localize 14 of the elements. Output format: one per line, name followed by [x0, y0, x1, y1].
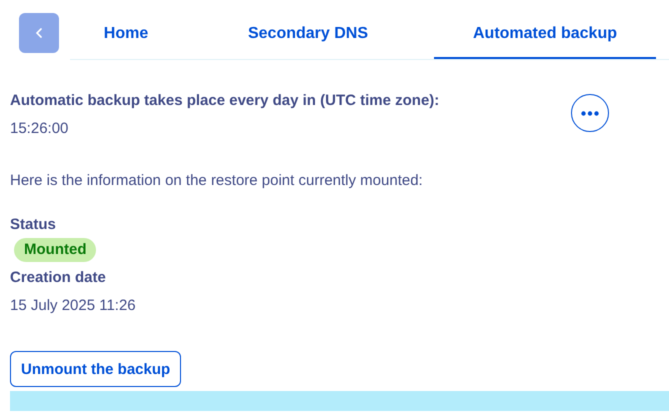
- chevron-left-icon: [36, 28, 42, 38]
- unmount-button[interactable]: Unmount the backup: [10, 351, 182, 387]
- tab[interactable]: Secondary DNS: [182, 13, 434, 59]
- creation-date-value: 15 July 2025 11:26: [10, 296, 137, 316]
- status-badge: Mounted: [14, 238, 96, 262]
- status-label: Status: [10, 215, 57, 235]
- creation-date-label: Creation date: [10, 268, 107, 288]
- ellipsis-icon: [581, 110, 599, 116]
- tab[interactable]: Automated backup: [434, 13, 656, 59]
- tab[interactable]: Home: [70, 13, 182, 59]
- info-text: Here is the information on the restore point currently mounted:: [10, 171, 424, 191]
- schedule-time: 15:26:00: [10, 119, 70, 139]
- schedule-label: Automatic backup takes place every day in (UTC time zone):: [10, 91, 440, 111]
- more-options-button[interactable]: [571, 94, 609, 132]
